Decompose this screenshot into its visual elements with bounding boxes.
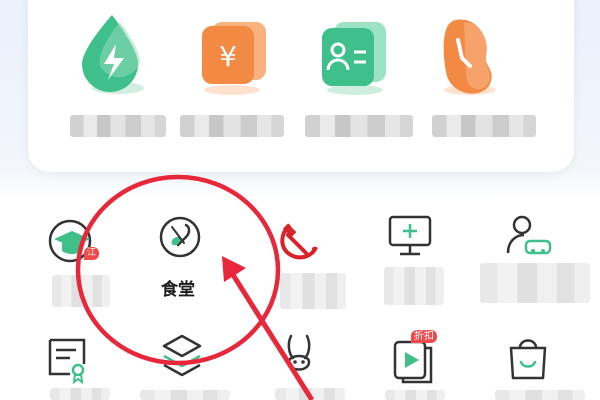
id-card-icon <box>322 22 386 95</box>
layers-icon <box>162 334 202 377</box>
lightning-drop-icon <box>82 15 144 94</box>
grid-label-campus <box>52 275 110 307</box>
grid-item-layers[interactable] <box>130 330 240 400</box>
top-tile-label-1 <box>70 115 166 137</box>
grid-label-rabbit <box>275 388 345 400</box>
grid-item-certificate[interactable] <box>20 330 130 400</box>
grid-label-certificate <box>50 388 110 400</box>
grid-label-video <box>385 390 445 400</box>
top-tile-label-2 <box>180 115 284 137</box>
grid-label-layers <box>140 390 230 400</box>
shopping-bag-icon <box>509 339 547 380</box>
badge-discount: 折扣 <box>411 330 437 343</box>
top-tile-utilities[interactable] <box>60 0 170 170</box>
grid-label-user-car <box>480 263 590 303</box>
badge-campus: 江 <box>84 247 100 260</box>
top-tile-bean[interactable] <box>430 0 540 170</box>
top-tile-id[interactable] <box>300 0 413 170</box>
grid-item-video[interactable]: 折扣 <box>375 330 485 400</box>
grid-item-campus[interactable]: 江 <box>20 205 130 315</box>
grid-item-canteen[interactable]: 食堂 <box>130 205 240 315</box>
grid-label-monitor <box>384 267 444 305</box>
bean-icon <box>443 19 496 95</box>
grid-item-monitor[interactable] <box>370 205 480 315</box>
hammer-sickle-icon <box>280 223 318 260</box>
monitor-plus-icon <box>388 215 432 256</box>
grid-item-rabbit[interactable] <box>255 330 365 400</box>
yuan-symbol: ¥ <box>219 40 237 73</box>
spoon-fork-icon <box>159 216 201 258</box>
grid-label-shopping <box>495 390 585 400</box>
grid-item-shopping[interactable] <box>485 330 595 400</box>
grid-label-canteen: 食堂 <box>161 280 195 300</box>
top-tile-label-4 <box>432 115 536 137</box>
graduation-cap-icon <box>48 219 92 263</box>
top-tile-label-3 <box>305 115 413 137</box>
rabbit-icon <box>287 334 311 371</box>
grid-label-party <box>280 273 346 309</box>
grid-item-party[interactable] <box>250 205 360 315</box>
certificate-icon <box>48 338 86 385</box>
top-tile-payment[interactable]: ¥ <box>180 0 290 170</box>
grid-item-user-car[interactable] <box>480 205 590 315</box>
yuan-card-icon: ¥ <box>202 22 266 95</box>
